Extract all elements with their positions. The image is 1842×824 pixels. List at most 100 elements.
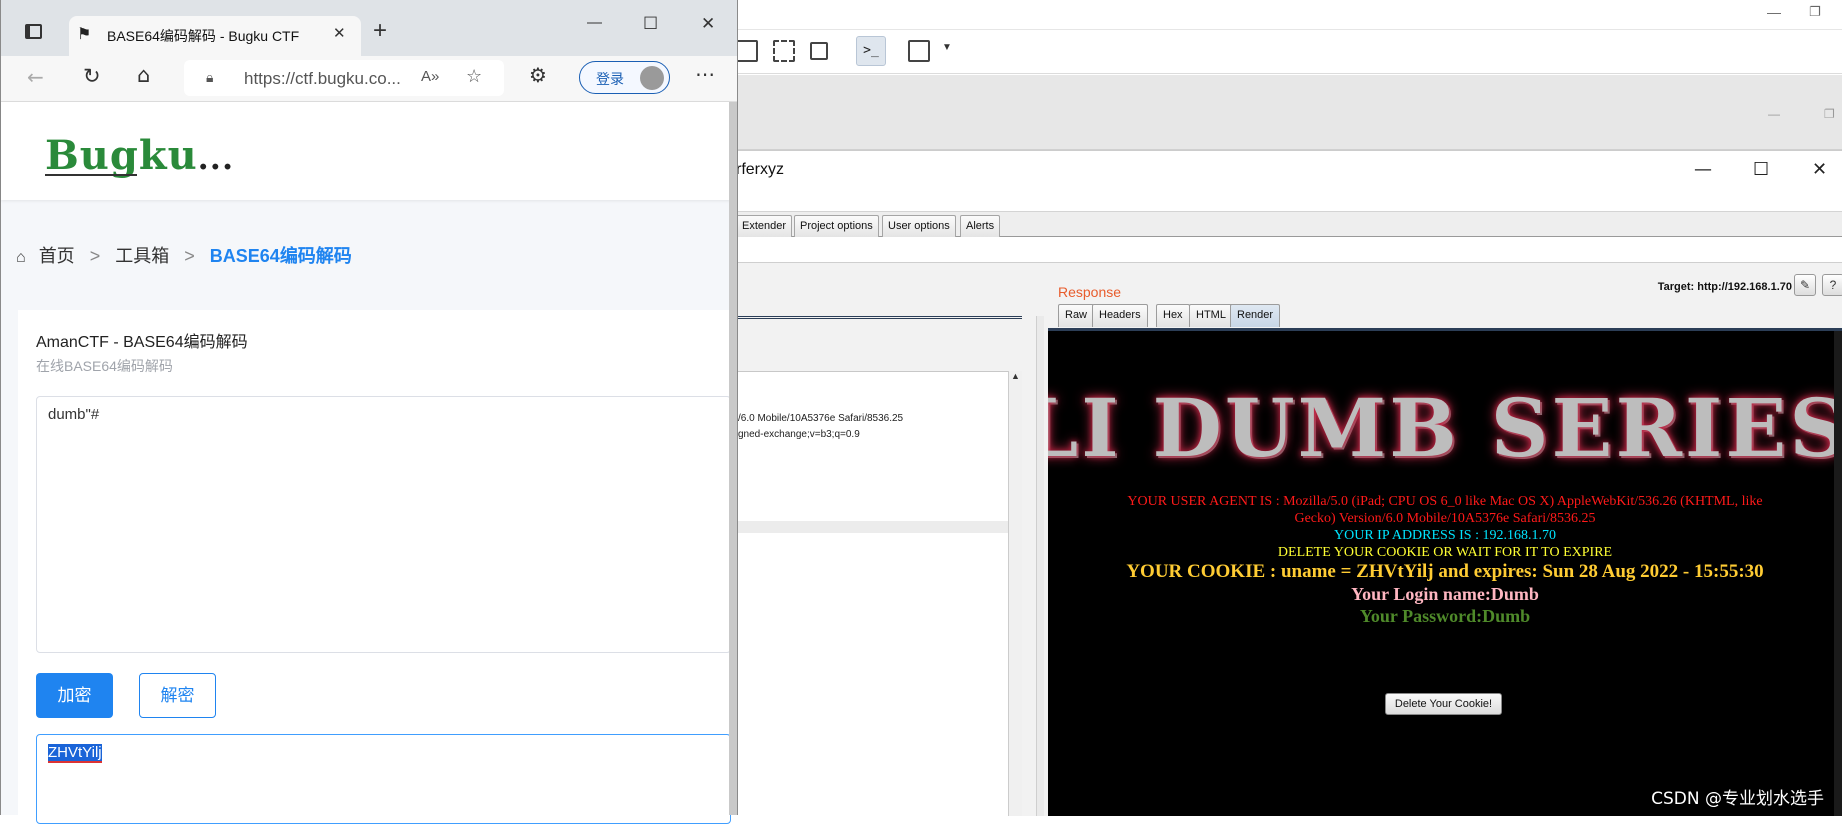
burp-window-title: rferxyz [736, 161, 784, 178]
copy-icon[interactable] [810, 42, 828, 60]
flag-icon: ⚑ [77, 26, 92, 43]
tab-close-icon[interactable]: ✕ [333, 24, 346, 42]
new-tab-icon[interactable]: + [373, 17, 387, 45]
banner-image: LI DUMB SERIES [1048, 381, 1842, 476]
tab-raw[interactable]: Raw [1058, 304, 1095, 327]
request-divider-line [736, 316, 1022, 319]
output-text: ZHVtYilj [48, 744, 102, 763]
edge-close-icon[interactable]: ✕ [701, 14, 715, 34]
logo-underline [45, 174, 137, 176]
login-button[interactable]: 登录 [579, 61, 670, 94]
burp-main-tabs: Extender Project options User options Al… [736, 211, 1842, 237]
address-bar[interactable]: 🔒︎ https://ctf.bugku.co... A» ☆ [184, 60, 504, 96]
tab-alerts[interactable]: Alerts [960, 215, 1001, 237]
password-line: Your Password:Dumb [1359, 606, 1531, 626]
request-line: gned-exchange;v=b3;q=0.9 [738, 429, 860, 440]
more-options-icon[interactable]: ⋯ [695, 62, 715, 86]
breadcrumb-home[interactable]: 首页 [39, 246, 75, 266]
split-divider[interactable] [1036, 316, 1044, 816]
tool-card: AmanCTF - BASE64编码解码 在线BASE64编码解码 dumb"#… [18, 310, 731, 824]
delete-cookie-message: DELETE YOUR COOKIE OR WAIT FOR IT TO EXP… [1277, 545, 1613, 560]
burp-window: rferxyz — ☐ ✕ Extender Project options U… [736, 150, 1842, 816]
decode-button[interactable]: 解密 [139, 673, 216, 718]
panel-minimize-icon[interactable]: — [1768, 107, 1780, 121]
edge-toolbar: ← ↻ ⌂ 🔒︎ https://ctf.bugku.co... A» ☆ ⚙ … [1, 56, 737, 102]
terminal-icon[interactable]: >_ [856, 36, 886, 66]
page-content: Bugku... ⌂ 首页 > 工具箱 > BASE64编码解码 AmanCTF… [1, 102, 731, 824]
capture-icon[interactable] [773, 40, 795, 62]
back-icon[interactable]: ← [27, 65, 44, 89]
site-header: Bugku... [1, 102, 731, 200]
burp-repeater-panel: Target: http://192.168.1.70 ✎ ? /6.0 Mob… [736, 263, 1842, 816]
watermark: CSDN @专业划水选手 [1651, 789, 1824, 809]
tab-html[interactable]: HTML [1189, 304, 1233, 327]
edge-tab-strip: ⚑ BASE64编码解码 - Bugku CTF ✕ + — ☐ ✕ [1, 0, 737, 62]
layout-icon[interactable] [736, 40, 758, 62]
edge-browser-window: ⚑ BASE64编码解码 - Bugku CTF ✕ + — ☐ ✕ ← ↻ ⌂… [0, 0, 738, 824]
request-scrollbar[interactable]: ▲ [1008, 371, 1022, 816]
avatar [640, 66, 664, 90]
edge-minimize-icon[interactable]: — [587, 14, 602, 31]
home-icon[interactable]: ⌂ [16, 249, 26, 266]
breadcrumb-current: BASE64编码解码 [209, 246, 352, 266]
burp-close-icon[interactable]: ✕ [1812, 159, 1827, 180]
chevron-right-icon: > [89, 246, 101, 266]
card-subtitle: 在线BASE64编码解码 [36, 358, 173, 374]
login-name-line: Your Login name:Dumb [1351, 584, 1539, 604]
expand-icon[interactable] [908, 40, 930, 62]
burp-titlebar: rferxyz — ☐ ✕ [736, 151, 1842, 189]
breadcrumb: ⌂ 首页 > 工具箱 > BASE64编码解码 [16, 242, 352, 268]
extensions-icon[interactable]: ⚙ [529, 63, 547, 87]
logo-text: Bugku [45, 132, 198, 179]
breadcrumb-tools[interactable]: 工具箱 [115, 246, 169, 266]
target-label: Target: http://192.168.1.70 [1657, 281, 1792, 293]
tab-actions-icon[interactable] [25, 24, 42, 39]
request-lower-area [736, 521, 1008, 816]
tab-hex[interactable]: Hex [1156, 304, 1190, 327]
delete-cookie-button[interactable]: Delete Your Cookie! [1385, 693, 1502, 715]
edit-target-icon[interactable]: ✎ [1794, 274, 1816, 296]
cookie-line: YOUR COOKIE : uname = ZHVtYilj and expir… [1126, 561, 1764, 582]
response-label: Response [1058, 284, 1122, 300]
chevron-right-icon: > [184, 246, 195, 266]
panel-restore-icon[interactable]: ❐ [1824, 107, 1835, 121]
tab-extender[interactable]: Extender [736, 215, 793, 237]
ip-address-line: YOUR IP ADDRESS IS : 192.168.1.70 [1334, 528, 1556, 543]
minimize-icon[interactable]: — [1767, 4, 1781, 20]
favorite-add-icon[interactable]: ☆ [466, 66, 482, 87]
url-text: https://ctf.bugku.co... [244, 69, 401, 88]
banner-text: LI DUMB SERIES [1048, 381, 1842, 475]
render-scrollbar[interactable] [1834, 331, 1842, 816]
chevron-down-icon[interactable]: ▼ [942, 42, 952, 53]
tab-project-options[interactable]: Project options [794, 215, 879, 237]
tab-user-options[interactable]: User options [882, 215, 956, 237]
encode-button[interactable]: 加密 [36, 673, 113, 718]
input-textarea[interactable]: dumb"# [36, 396, 731, 653]
background-panel: — ❐ [736, 75, 1842, 150]
tab-title: BASE64编码解码 - Bugku CTF [107, 28, 300, 44]
restore-icon[interactable]: ❐ [1809, 4, 1821, 20]
user-agent-line: YOUR USER AGENT IS : Mozilla/5.0 (iPad; … [1127, 494, 1763, 509]
read-aloud-icon[interactable]: A» [421, 68, 439, 85]
background-toolbar: >_ ▼ [736, 30, 1842, 74]
logo-dots: ... [197, 139, 235, 177]
tab-headers[interactable]: Headers [1092, 304, 1148, 327]
scroll-up-icon[interactable]: ▲ [1011, 371, 1020, 381]
request-line: /6.0 Mobile/10A5376e Safari/8536.25 [738, 413, 904, 424]
site-logo[interactable]: Bugku... [45, 132, 234, 179]
render-view: LI DUMB SERIES YOUR USER AGENT IS : Mozi… [1048, 328, 1842, 816]
edge-maximize-icon[interactable]: ☐ [643, 14, 658, 34]
refresh-icon[interactable]: ↻ [83, 64, 101, 88]
burp-sub-tabbar [736, 237, 1842, 263]
output-textarea[interactable]: ZHVtYilj [36, 734, 731, 824]
tab-render[interactable]: Render [1230, 304, 1281, 327]
edge-scrollbar[interactable] [729, 102, 737, 815]
home-icon[interactable]: ⌂ [137, 63, 150, 87]
help-icon[interactable]: ? [1822, 274, 1842, 296]
burp-maximize-icon[interactable]: ☐ [1753, 159, 1769, 180]
request-text[interactable]: /6.0 Mobile/10A5376e Safari/8536.25 gned… [736, 371, 1008, 521]
burp-minimize-icon[interactable]: — [1694, 159, 1712, 180]
background-titlebar: — ❐ [736, 0, 1842, 30]
user-agent-line: Gecko) Version/6.0 Mobile/10A5376e Safar… [1294, 511, 1596, 526]
card-title: AmanCTF - BASE64编码解码 [36, 334, 248, 351]
